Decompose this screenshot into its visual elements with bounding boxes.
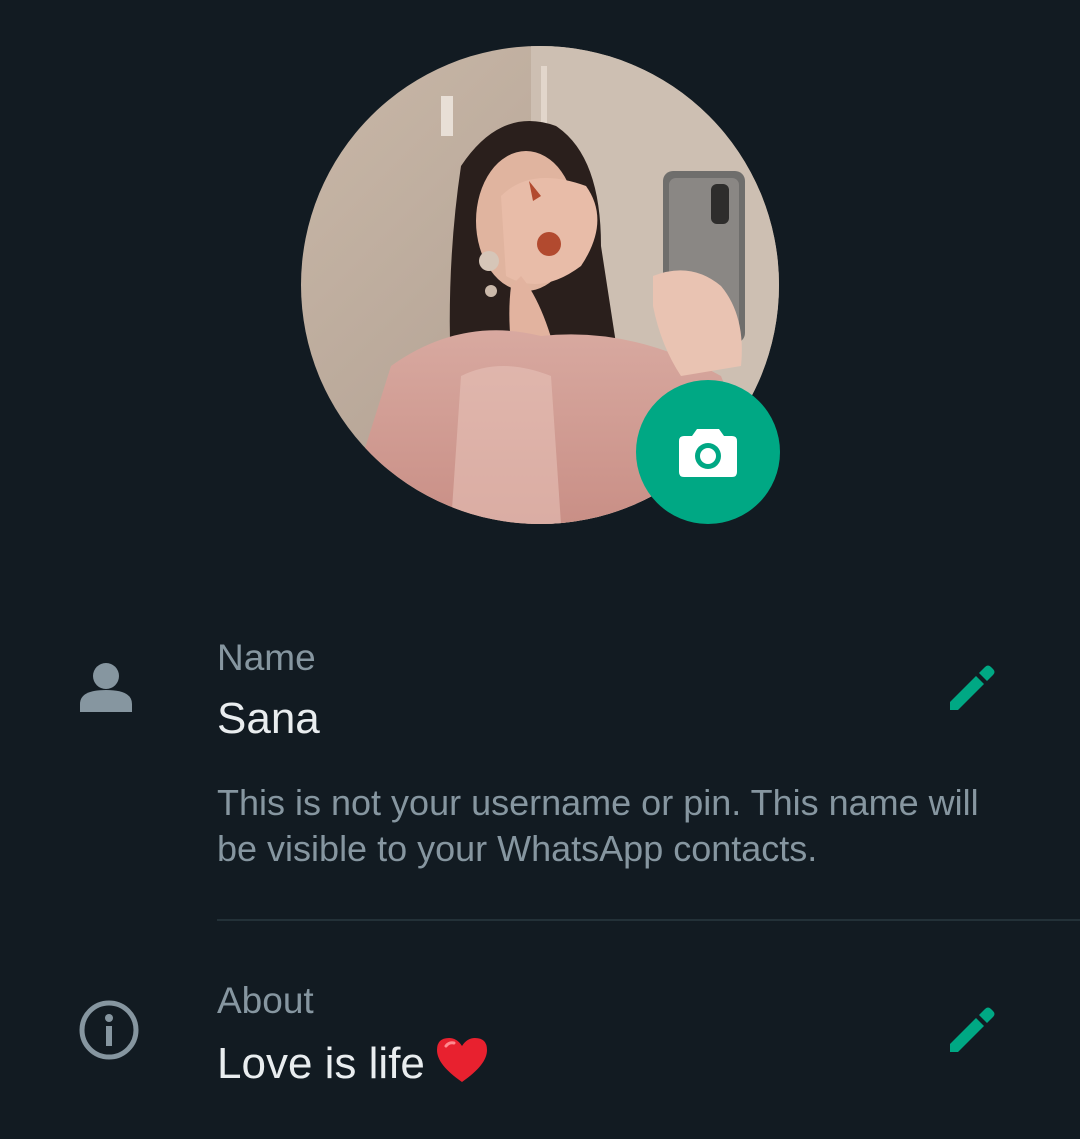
about-value: Love is life — [217, 1039, 425, 1088]
name-hint: This is not your username or pin. This n… — [217, 782, 979, 869]
name-label: Name — [217, 637, 316, 678]
info-icon — [78, 999, 140, 1066]
name-section[interactable]: Name Sana This is not your username or p… — [0, 600, 1080, 920]
profile-photo-area — [301, 46, 780, 524]
person-icon — [76, 662, 136, 717]
name-value: Sana — [217, 694, 320, 743]
edit-name-button[interactable] — [940, 656, 1004, 720]
about-value-line: Love is life — [217, 1036, 489, 1096]
pencil-icon — [950, 665, 995, 710]
about-label: About — [217, 980, 314, 1021]
edit-about-button[interactable] — [940, 998, 1004, 1062]
pencil-icon — [950, 1007, 995, 1052]
red-heart-icon — [435, 1036, 489, 1096]
about-section[interactable]: About Love is life — [0, 921, 1080, 1139]
camera-icon — [679, 429, 737, 477]
change-photo-button[interactable] — [636, 380, 780, 524]
